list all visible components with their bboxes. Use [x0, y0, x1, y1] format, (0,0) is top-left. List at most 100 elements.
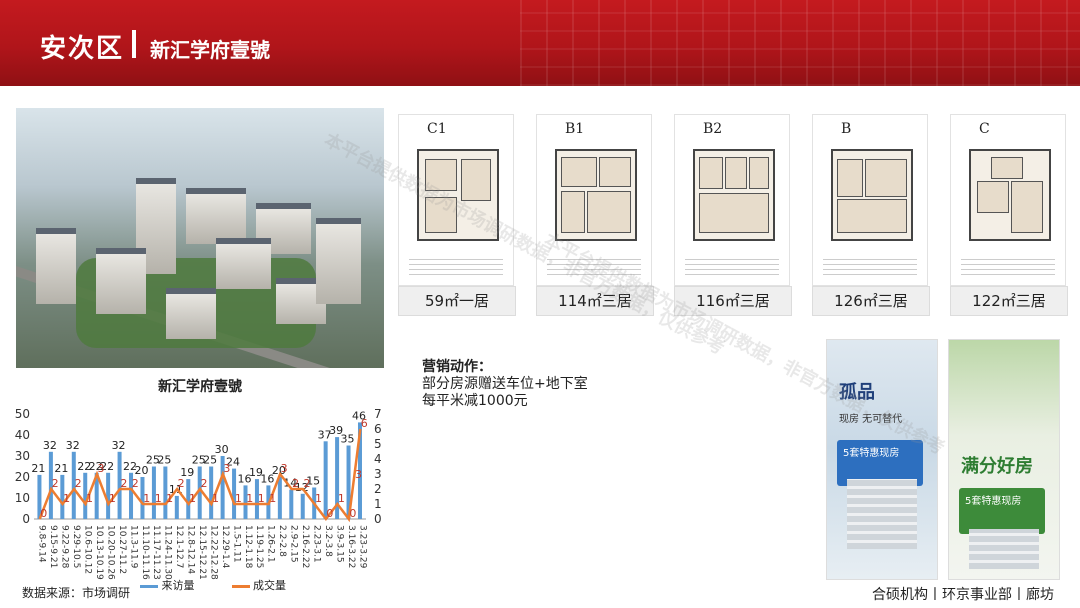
right-tick-label: 2	[374, 482, 382, 496]
visits-bar	[300, 493, 305, 519]
category-label: 2.2-2.8	[277, 525, 287, 557]
floorplan-c: C	[950, 114, 1066, 286]
marketing-line-2: 每平米减1000元	[422, 393, 528, 409]
category-label: 2.16-2.22	[300, 525, 310, 568]
category-label: 11.24-11.30	[163, 525, 173, 580]
chart-legend: 来访量 成交量	[140, 577, 286, 593]
legend-visits-swatch	[140, 584, 158, 588]
floorplan-code: B1	[565, 121, 585, 137]
category-label: 12.8-12.14	[186, 525, 196, 574]
floorplan-c1: C1	[398, 114, 514, 286]
footer-credit: 合硕机构丨环京事业部丨廊坊	[872, 587, 1054, 603]
right-tick-label: 7	[374, 407, 382, 421]
floorplan-notes	[685, 255, 779, 275]
visits-data-label: 25	[157, 454, 171, 467]
deals-data-label: 1	[246, 492, 253, 505]
marketing-actions: 营销动作： 部分房源赠送车位+地下室 每平米减1000元	[422, 359, 588, 410]
category-label: 9.8-9.14	[37, 525, 47, 563]
category-label: 11.17-11.23	[151, 525, 161, 580]
category-label: 12.1-12.7	[174, 525, 184, 568]
floorplan-notes	[409, 255, 503, 275]
category-label: 10.6-10.12	[83, 525, 93, 574]
floorplan-notes	[961, 255, 1055, 275]
deals-data-label: 1	[143, 492, 150, 505]
deals-data-label: 1	[235, 492, 242, 505]
deals-data-label: 2	[52, 477, 59, 490]
deals-data-label: 1	[269, 492, 276, 505]
visits-deals-chart: 0102030405001234567213221322222223222202…	[15, 407, 382, 580]
right-tick-label: 5	[374, 437, 382, 451]
deals-data-label: 2	[201, 477, 208, 490]
deals-data-label: 1	[258, 492, 265, 505]
left-tick-label: 50	[15, 407, 30, 421]
visits-bar	[289, 489, 294, 519]
deals-data-label: 1	[86, 492, 93, 505]
marketing-line-1: 部分房源赠送车位+地下室	[422, 376, 588, 392]
floorplan-drawing	[417, 149, 499, 241]
floorplan-drawing	[969, 149, 1051, 241]
category-label: 12.29-1.4	[220, 525, 230, 569]
deals-data-label: 2	[75, 477, 82, 490]
deals-data-label: 1	[109, 492, 116, 505]
left-tick-label: 10	[15, 491, 30, 505]
right-tick-label: 6	[374, 422, 382, 436]
floorplan-label-b: 126㎡三居	[812, 286, 930, 316]
category-label: 3.23-3.29	[357, 525, 367, 569]
floorplan-label-c: 122㎡三居	[950, 286, 1068, 316]
deals-data-label: 1	[212, 492, 219, 505]
deals-data-label: 0	[326, 507, 333, 520]
right-tick-label: 0	[374, 512, 382, 526]
deals-data-label: 1	[338, 492, 345, 505]
deals-extra-label: 3	[355, 468, 362, 481]
category-label: 3.16-3.22	[346, 525, 356, 568]
deals-data-label: 1	[155, 492, 162, 505]
floorplan-code: B2	[703, 121, 723, 137]
deals-data-label: 2	[132, 477, 139, 490]
left-tick-label: 30	[15, 449, 30, 463]
floorplan-code: C1	[427, 121, 447, 137]
visits-data-label: 32	[66, 439, 80, 452]
poster-headline: 满分好房	[961, 456, 1033, 477]
category-label: 2.23-3.1	[311, 525, 321, 563]
right-tick-label: 1	[374, 497, 382, 511]
chart-root: 0102030405001234567213221322222223222202…	[15, 407, 382, 580]
floorplan-code: B	[841, 121, 852, 137]
visits-data-label: 21	[54, 462, 68, 475]
left-tick-label: 0	[22, 512, 30, 526]
category-label: 10.20-10.26	[105, 525, 115, 580]
category-label: 1.19-1.25	[254, 525, 264, 568]
header-building-texture	[520, 0, 1080, 86]
deals-data-label: 1	[189, 492, 196, 505]
project-title: 新汇学府壹號	[150, 38, 270, 62]
poster-offer-badge: 5套特惠现房	[959, 488, 1045, 534]
category-label: 1.26-2.1	[266, 525, 276, 563]
deals-data-label: 3	[281, 462, 288, 475]
poster-headline: 孤品	[839, 382, 875, 403]
legend-deals-label: 成交量	[253, 579, 286, 592]
floorplan-label-b1: 114㎡三居	[536, 286, 654, 316]
deals-data-label: 0	[349, 507, 356, 520]
category-label: 1.12-1.18	[243, 525, 253, 569]
floorplan-b: B	[812, 114, 928, 286]
legend-deals-swatch	[231, 584, 250, 588]
marketing-heading: 营销动作：	[422, 359, 492, 375]
deals-data-label: 2	[304, 477, 311, 490]
deals-data-label: 6	[361, 417, 368, 430]
category-label: 2.9-2.15	[289, 525, 299, 563]
visits-data-label: 32	[43, 439, 57, 452]
poster-tagline: 现房 无可替代	[839, 414, 903, 425]
category-label: 3.2-3.8	[323, 525, 333, 557]
category-label: 9.29-10.5	[71, 525, 81, 568]
category-label: 9.22-9.28	[60, 525, 70, 569]
visits-data-label: 35	[341, 433, 355, 446]
floorplan-notes	[547, 255, 641, 275]
category-label: 3.9-3.15	[334, 525, 344, 563]
visits-bar	[277, 477, 282, 519]
category-label: 9.15-9.21	[48, 525, 58, 568]
left-tick-label: 40	[15, 428, 30, 442]
category-label: 11.10-11.16	[140, 525, 150, 580]
poster-badge-text: 5套特惠现房	[965, 496, 1022, 507]
right-tick-label: 3	[374, 467, 382, 481]
category-label: 10.27-11.2	[117, 525, 127, 574]
poster-badge-text: 5套特惠现房	[843, 448, 900, 459]
